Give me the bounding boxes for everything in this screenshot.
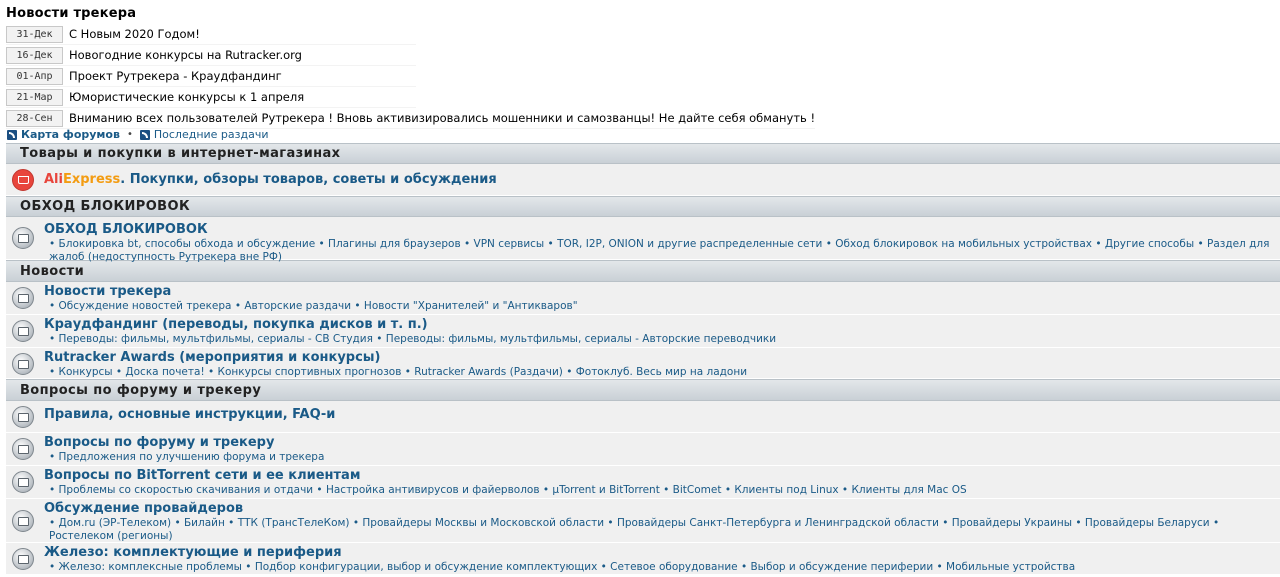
forum-folder-icon xyxy=(12,353,34,375)
news-title: Новости трекера xyxy=(6,6,137,21)
forum-title[interactable]: Вопросы по форуму и трекеру xyxy=(44,435,274,450)
forum-folder-icon xyxy=(12,438,34,460)
forum-row: Обсуждение провайдеров • Дом.ru (ЭР-Теле… xyxy=(6,499,1280,543)
forum-folder-icon xyxy=(12,227,34,249)
subforum-list[interactable]: • Блокировка bt, способы обхода и обсужд… xyxy=(49,238,1274,264)
forum-title[interactable]: ОБХОД БЛОКИРОВОК xyxy=(44,222,208,237)
news-date: 21-Мар xyxy=(6,88,63,106)
news-date: 31-Дек xyxy=(6,25,63,43)
forum-row: Вопросы по BitTorrent сети и ее клиентам… xyxy=(6,466,1280,499)
subforum-list[interactable]: • Обсуждение новостей трекера • Авторски… xyxy=(49,300,1274,313)
news-date: 28-Сен xyxy=(6,109,63,127)
recent-torrents-link[interactable]: Последние раздачи xyxy=(154,128,269,141)
subforum-list[interactable]: • Дом.ru (ЭР-Телеком) • Билайн • ТТК (Тр… xyxy=(49,517,1274,543)
category-header[interactable]: Товары и покупки в интернет-магазинах xyxy=(6,143,1280,164)
rss-icon xyxy=(7,129,17,140)
forum-row: Вопросы по форуму и трекеру • Предложени… xyxy=(6,433,1280,466)
forum-title-text: . Покупки, обзоры товаров, советы и обсу… xyxy=(120,172,497,187)
news-date: 01-Апр xyxy=(6,67,63,85)
forum-title[interactable]: Обсуждение провайдеров xyxy=(44,501,243,516)
brand-ali: Ali xyxy=(44,172,63,187)
forum-links: Карта форумов • Последние раздачи xyxy=(7,128,268,141)
forum-folder-icon xyxy=(12,320,34,342)
news-item: 31-Дек С Новым 2020 Годом! xyxy=(6,24,416,45)
forum-title[interactable]: Краудфандинг (переводы, покупка дисков и… xyxy=(44,317,428,332)
forum-row: Краудфандинг (переводы, покупка дисков и… xyxy=(6,315,1280,348)
category-header[interactable]: ОБХОД БЛОКИРОВОК xyxy=(6,196,1280,217)
subforum-list[interactable]: • Конкурсы • Доска почета! • Конкурсы сп… xyxy=(49,366,1274,379)
forum-folder-icon xyxy=(12,406,34,428)
forum-folder-icon xyxy=(12,548,34,570)
shopping-cart-icon xyxy=(12,169,34,191)
forum-title[interactable]: Правила, основные инструкции, FAQ-и xyxy=(44,407,335,422)
subforum-list[interactable]: • Предложения по улучшению форума и трек… xyxy=(49,451,1274,464)
rss-icon xyxy=(139,129,150,140)
forum-folder-icon xyxy=(12,471,34,493)
forum-title[interactable]: Вопросы по BitTorrent сети и ее клиентам xyxy=(44,468,360,483)
category-header[interactable]: Вопросы по форуму и трекеру xyxy=(6,379,1280,401)
forum-row: Новости трекера • Обсуждение новостей тр… xyxy=(6,282,1280,315)
news-link[interactable]: Новогодние конкурсы на Rutracker.org xyxy=(69,48,302,62)
forum-row: Правила, основные инструкции, FAQ-и xyxy=(6,401,1280,433)
news-link[interactable]: Вниманию всех пользователей Рутрекера ! … xyxy=(69,111,815,125)
subforum-list[interactable]: • Переводы: фильмы, мультфильмы, сериалы… xyxy=(49,333,1274,346)
forum-row: Железо: комплектующие и периферия • Желе… xyxy=(6,543,1280,575)
news-item: 28-Сен Вниманию всех пользователей Рутре… xyxy=(6,108,816,129)
forum-row: ОБХОД БЛОКИРОВОК • Блокировка bt, способ… xyxy=(6,217,1280,263)
news-link[interactable]: С Новым 2020 Годом! xyxy=(69,27,200,41)
news-block: Новости трекера 31-Дек С Новым 2020 Годо… xyxy=(6,6,816,129)
news-item: 01-Апр Проект Рутрекера - Краудфандинг xyxy=(6,66,416,87)
subforum-list[interactable]: • Проблемы со скоростью скачивания и отд… xyxy=(49,484,1274,497)
forum-title[interactable]: Новости трекера xyxy=(44,284,171,299)
forum-title-aliexpress[interactable]: AliExpress. Покупки, обзоры товаров, сов… xyxy=(44,172,497,187)
forum-title[interactable]: Rutracker Awards (мероприятия и конкурсы… xyxy=(44,350,381,365)
subforum-list[interactable]: • Железо: комплексные проблемы • Подбор … xyxy=(49,561,1274,574)
news-item: 21-Мар Юмористические конкурсы к 1 апрел… xyxy=(6,87,416,108)
forum-list: Товары и покупки в интернет-магазинах Al… xyxy=(6,143,1280,575)
separator: • xyxy=(126,129,133,140)
brand-express: Express xyxy=(62,172,121,187)
forum-folder-icon xyxy=(12,510,34,532)
forum-folder-icon xyxy=(12,287,34,309)
news-date: 16-Дек xyxy=(6,46,63,64)
forum-title[interactable]: Железо: комплектующие и периферия xyxy=(44,545,342,560)
news-link[interactable]: Проект Рутрекера - Краудфандинг xyxy=(69,69,282,83)
news-link[interactable]: Юмористические конкурсы к 1 апреля xyxy=(69,90,304,104)
forum-map-link[interactable]: Карта форумов xyxy=(21,128,120,141)
forum-row: Rutracker Awards (мероприятия и конкурсы… xyxy=(6,348,1280,379)
news-item: 16-Дек Новогодние конкурсы на Rutracker.… xyxy=(6,45,416,66)
forum-row: AliExpress. Покупки, обзоры товаров, сов… xyxy=(6,164,1280,196)
